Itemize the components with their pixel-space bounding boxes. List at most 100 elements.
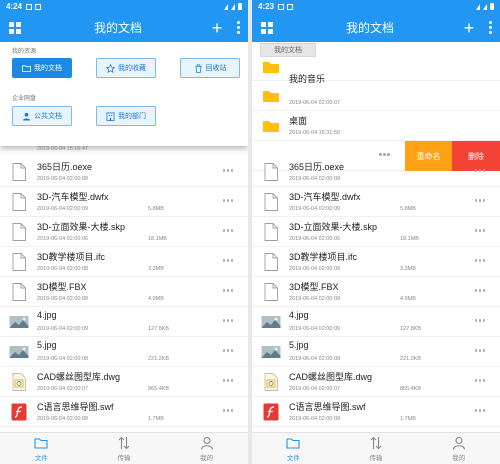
file-row[interactable]: C语言思维导图.swf 2019-06-04 02:00:08 1.7MB bbox=[252, 397, 500, 427]
doc-icon bbox=[261, 192, 281, 212]
file-row[interactable]: C语言思维导图.swf 2019-06-04 02:00:08 1.7MB bbox=[0, 397, 248, 427]
doc-icon bbox=[9, 192, 29, 212]
my-department-button[interactable]: 我的部门 bbox=[96, 106, 156, 126]
row-more-icon[interactable] bbox=[474, 289, 485, 292]
app-bar: 我的文档 + bbox=[0, 13, 248, 42]
file-name: 3D-汽车模型.dwfx bbox=[37, 192, 109, 202]
file-row[interactable]: 4.jpg 2019-06-04 02:00:09 127.8KB bbox=[0, 307, 248, 337]
my-favorites-button[interactable]: 我的收藏 bbox=[96, 58, 156, 78]
nav-me[interactable]: 我的 bbox=[417, 433, 500, 464]
file-row[interactable]: 3D教学楼项目.ifc 2019-06-04 02:00:08 3.3MB bbox=[0, 247, 248, 277]
nav-files[interactable]: 文件 bbox=[252, 433, 335, 464]
file-name: 4.jpg bbox=[289, 310, 309, 320]
file-name: 3D模型.FBX bbox=[37, 282, 87, 292]
file-size: 3.3MB bbox=[400, 266, 416, 272]
image-thumbnail-icon bbox=[261, 312, 281, 332]
file-row[interactable]: 3D-立面效果-大楼.skp 2019-06-04 02:00:06 18.1MB bbox=[0, 217, 248, 247]
file-row[interactable]: 3D-汽车模型.dwfx 2019-06-04 02:00:09 5.8MB bbox=[0, 187, 248, 217]
public-docs-label: 公共文档 bbox=[34, 113, 62, 120]
file-size: 127.8KB bbox=[400, 326, 422, 332]
row-more-icon[interactable] bbox=[222, 409, 233, 412]
row-more-icon[interactable] bbox=[474, 199, 485, 202]
image-thumbnail-icon bbox=[9, 312, 29, 332]
nav-me-label: 我的 bbox=[452, 454, 466, 462]
recycle-bin-label: 回收站 bbox=[205, 65, 227, 72]
row-more-icon[interactable] bbox=[222, 289, 233, 292]
file-row[interactable]: 5.jpg 2019-06-04 02:00:08 221.2KB bbox=[0, 337, 248, 367]
row-more-icon[interactable] bbox=[474, 349, 485, 352]
my-department-label: 我的部门 bbox=[118, 113, 146, 120]
row-more-icon[interactable] bbox=[379, 153, 390, 156]
folder-row[interactable]: 桌面 2019-06-04 15:31:50 bbox=[252, 111, 500, 141]
file-date: 2019-06-04 02:00:06 bbox=[37, 236, 89, 242]
row-more-icon[interactable] bbox=[474, 409, 485, 412]
row-more-icon[interactable] bbox=[222, 319, 233, 322]
file-row[interactable]: CAD螺丝图型库.dwg 2019-06-04 02:00:07 865.4KB bbox=[0, 367, 248, 397]
file-row[interactable]: 3D模型.FBX 2019-06-04 02:00:08 4.9MB bbox=[252, 277, 500, 307]
nav-transfer-label: 传输 bbox=[117, 454, 131, 462]
file-row[interactable]: CAD螺丝图型库.dwg 2019-06-04 02:00:07 865.4KB bbox=[252, 367, 500, 397]
phone-right: 4:23 我的文档 + 我的文档 我的音乐 2019-06-04 02:00:0… bbox=[252, 0, 500, 464]
file-list: 365日历.oexe 2019-06-04 02:00:08 3D-汽车模型.dwf… bbox=[252, 157, 500, 427]
file-size: 5.8MB bbox=[400, 206, 416, 212]
doc-icon bbox=[9, 282, 29, 302]
file-name: 365日历.oexe bbox=[37, 162, 93, 172]
row-more-icon[interactable] bbox=[222, 169, 233, 172]
row-more-icon[interactable] bbox=[222, 199, 233, 202]
add-button[interactable]: + bbox=[206, 13, 228, 42]
nav-transfer[interactable]: 传输 bbox=[335, 433, 418, 464]
flash-file-icon bbox=[9, 402, 29, 422]
file-row[interactable]: 5.jpg 2019-06-04 02:00:08 221.2KB bbox=[252, 337, 500, 367]
folder-icon bbox=[261, 116, 281, 136]
nav-files[interactable]: 文件 bbox=[0, 433, 83, 464]
nav-transfer[interactable]: 传输 bbox=[83, 433, 166, 464]
doc-icon bbox=[261, 252, 281, 272]
more-options-button[interactable] bbox=[480, 13, 500, 42]
row-more-icon[interactable] bbox=[222, 259, 233, 262]
row-more-icon[interactable] bbox=[474, 259, 485, 262]
more-options-button[interactable] bbox=[228, 13, 248, 42]
file-name: 3D模型.FBX bbox=[289, 282, 339, 292]
my-docs-button[interactable]: 我的文档 bbox=[12, 58, 72, 78]
file-row[interactable]: 365日历.oexe 2019-06-04 02:00:08 bbox=[0, 157, 248, 187]
building-icon bbox=[106, 111, 115, 121]
grid-menu-button[interactable] bbox=[252, 13, 282, 42]
grid-menu-button[interactable] bbox=[0, 13, 30, 42]
public-docs-button[interactable]: 公共文档 bbox=[12, 106, 72, 126]
folder-row[interactable]: 我的音乐 bbox=[252, 54, 500, 84]
recycle-bin-button[interactable]: 回收站 bbox=[180, 58, 240, 78]
file-date: 2019-06-04 02:00:07 bbox=[37, 386, 89, 392]
folder-row[interactable]: 2019-06-04 02:00:07 bbox=[252, 81, 500, 111]
nav-me[interactable]: 我的 bbox=[165, 433, 248, 464]
row-more-icon[interactable] bbox=[222, 229, 233, 232]
status-bar: 4:24 bbox=[0, 0, 248, 13]
file-row[interactable]: 365日历.oexe 2019-06-04 02:00:08 bbox=[252, 157, 500, 187]
file-size: 221.2KB bbox=[148, 356, 170, 362]
trash-icon bbox=[194, 64, 202, 73]
person-icon bbox=[22, 112, 31, 121]
notification-icons bbox=[26, 3, 42, 10]
folder-outline-icon bbox=[286, 437, 300, 449]
row-more-icon[interactable] bbox=[474, 379, 485, 382]
file-name: C语言思维导图.swf bbox=[37, 402, 114, 412]
drag-ghost-label: 我的文档 bbox=[260, 43, 316, 57]
row-more-icon[interactable] bbox=[222, 349, 233, 352]
file-row[interactable]: 3D模型.FBX 2019-06-04 02:00:08 4.9MB bbox=[0, 277, 248, 307]
nav-me-label: 我的 bbox=[200, 454, 214, 462]
file-name: CAD螺丝图型库.dwg bbox=[37, 372, 121, 382]
file-row[interactable]: 3D-立面效果-大楼.skp 2019-06-04 02:00:06 18.1MB bbox=[252, 217, 500, 247]
partial-row-date: 2019-06-04 15:16:47 bbox=[37, 146, 89, 152]
row-more-icon[interactable] bbox=[474, 319, 485, 322]
nav-files-label: 文件 bbox=[286, 454, 300, 462]
file-size: 3.3MB bbox=[148, 266, 164, 272]
personal-buttons: 我的文档 我的收藏 回收站 bbox=[0, 58, 248, 78]
row-more-icon[interactable] bbox=[474, 169, 485, 172]
file-row[interactable]: 3D-汽车模型.dwfx 2019-06-04 02:00:09 5.8MB bbox=[252, 187, 500, 217]
file-row[interactable]: 4.jpg 2019-06-04 02:00:09 127.8KB bbox=[252, 307, 500, 337]
file-row[interactable]: 3D教学楼项目.ifc 2019-06-04 02:00:08 3.3MB bbox=[252, 247, 500, 277]
row-more-icon[interactable] bbox=[474, 229, 485, 232]
add-button[interactable]: + bbox=[458, 13, 480, 42]
file-size: 221.2KB bbox=[400, 356, 422, 362]
plus-icon: + bbox=[463, 17, 475, 38]
row-more-icon[interactable] bbox=[222, 379, 233, 382]
